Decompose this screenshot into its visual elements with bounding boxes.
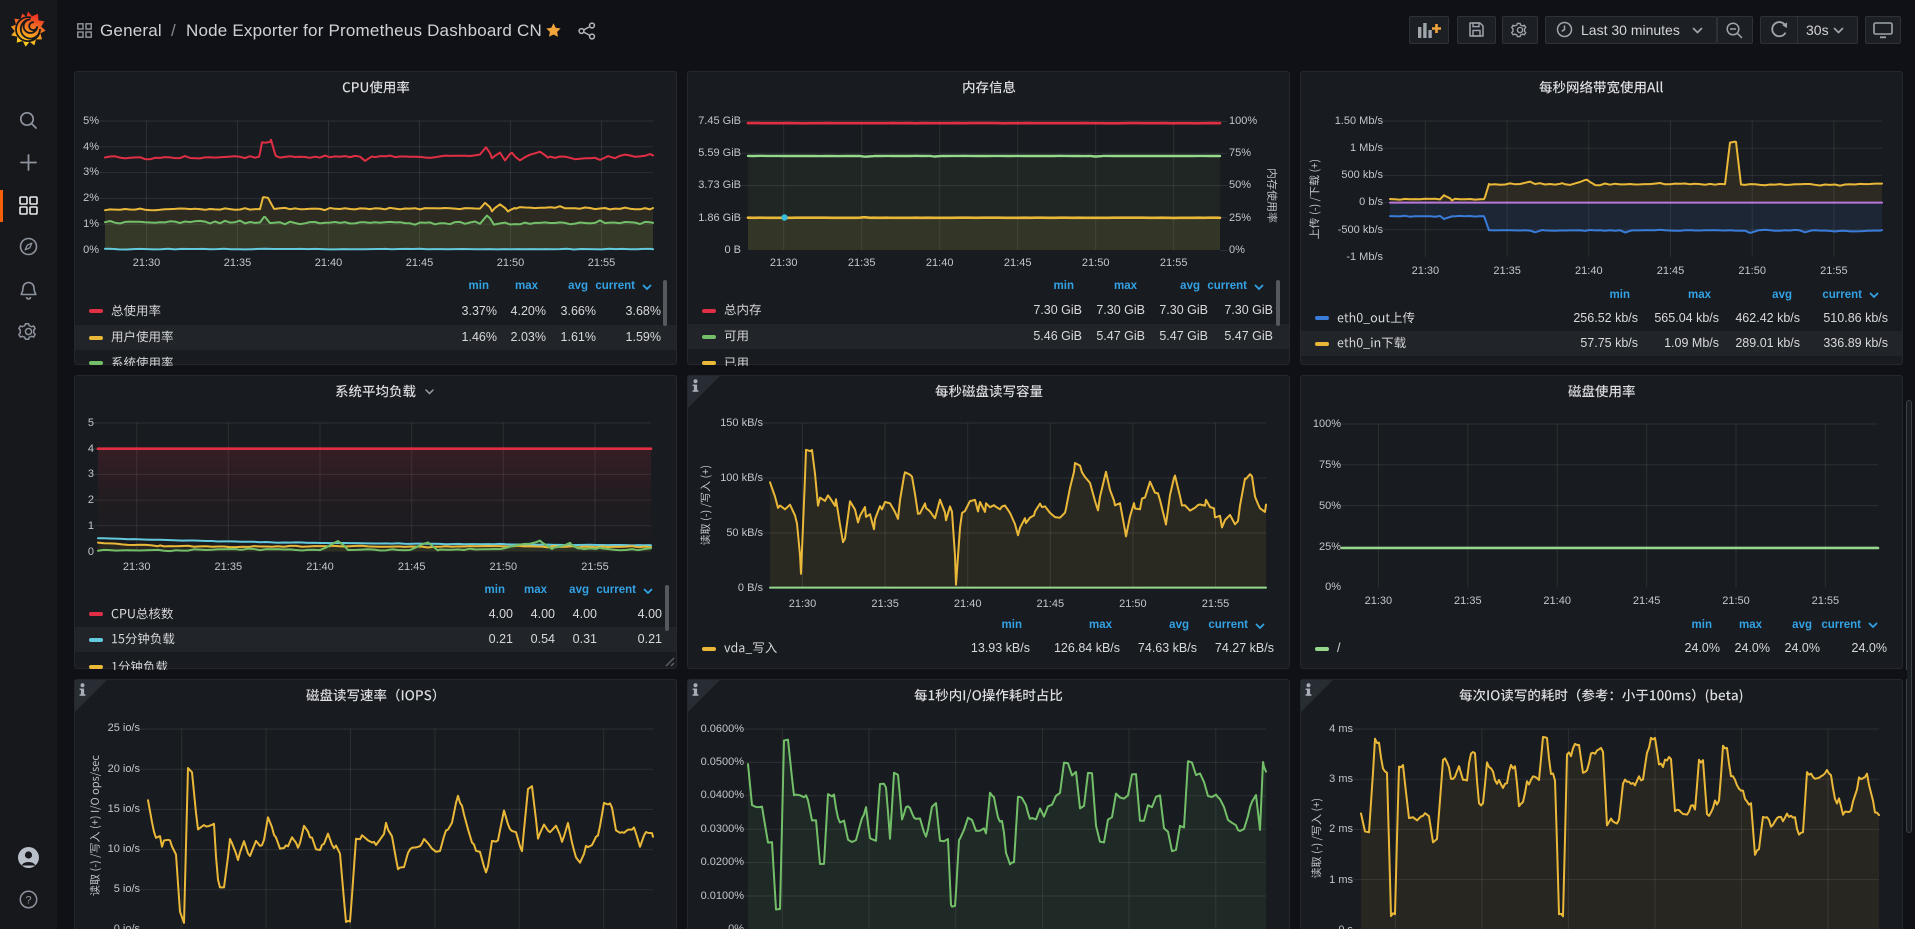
svg-text:?: ? [25, 895, 31, 907]
